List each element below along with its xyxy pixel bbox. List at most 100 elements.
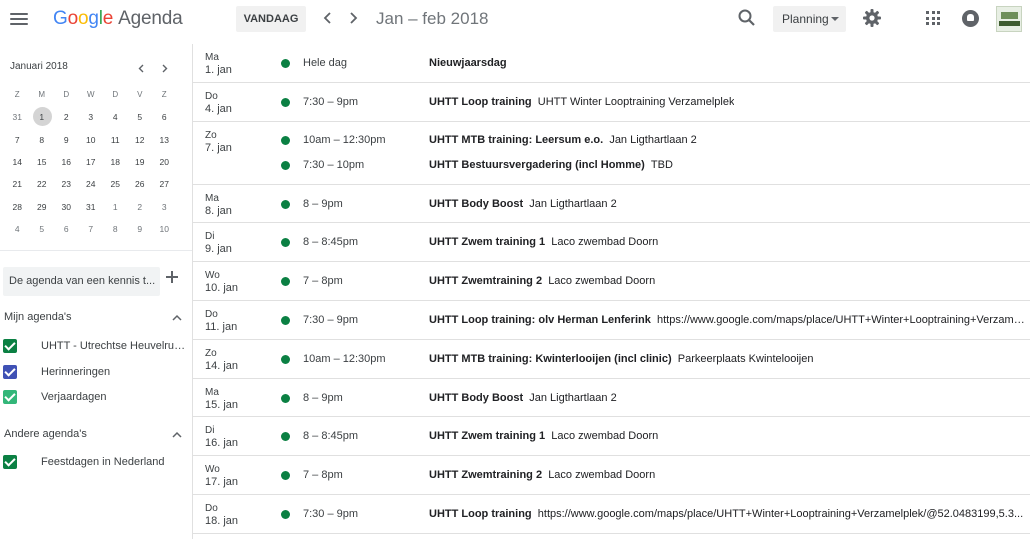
event-time: 7:30 – 10pm xyxy=(303,158,365,171)
mini-calendar-day[interactable]: 11 xyxy=(103,130,128,150)
calendar-list-item[interactable]: Verjaardagen xyxy=(3,388,188,406)
add-calendar-plus-icon[interactable] xyxy=(165,270,179,284)
mini-calendar-day[interactable]: 5 xyxy=(30,219,55,239)
mini-calendar-day[interactable]: 4 xyxy=(5,219,30,239)
account-avatar[interactable] xyxy=(996,6,1022,32)
my-calendars-header[interactable]: Mijn agenda's xyxy=(4,311,182,329)
mini-calendar-day[interactable]: 24 xyxy=(79,174,104,194)
mini-calendar-day[interactable]: 2 xyxy=(128,197,153,217)
mini-calendar-day[interactable]: 16 xyxy=(54,152,79,172)
event-item[interactable]: 7 – 8pm UHTT Zwemtraining 2 Laco zwembad … xyxy=(193,466,1030,486)
mini-calendar-day[interactable]: 22 xyxy=(30,174,55,194)
notifications-icon[interactable] xyxy=(962,10,979,27)
mini-calendar-day[interactable]: 17 xyxy=(79,152,104,172)
event-item[interactable]: 8 – 9pm UHTT Body Boost Jan Ligthartlaan … xyxy=(193,195,1030,215)
mini-calendar-next-icon[interactable] xyxy=(158,61,172,75)
mini-calendar-day[interactable]: 31 xyxy=(5,107,30,127)
chevron-up-icon xyxy=(172,314,182,321)
event-summary: UHTT Loop training: olv Herman Lenferink… xyxy=(429,314,1029,326)
mini-calendar-day[interactable]: 8 xyxy=(103,219,128,239)
app-name: Agenda xyxy=(118,8,183,29)
mini-calendar-prev-icon[interactable] xyxy=(134,61,148,75)
mini-calendar-day[interactable]: 31 xyxy=(79,197,104,217)
mini-calendar-day[interactable]: 1 xyxy=(103,197,128,217)
calendar-list-item[interactable]: Herinneringen xyxy=(3,363,188,381)
calendar-list-item[interactable]: Feestdagen in Nederland xyxy=(3,453,188,471)
sidebar: Januari 2018 Z M D W D V Z 31 1 2 3 4 5 6 7 8 9 10 11 12 13 1… xyxy=(0,44,192,539)
mini-calendar-day[interactable]: 23 xyxy=(54,174,79,194)
mini-calendar-day[interactable]: 9 xyxy=(54,130,79,150)
mini-calendar-day[interactable]: 9 xyxy=(128,219,153,239)
app-logo[interactable]: Google Agenda xyxy=(53,8,183,30)
event-color-dot xyxy=(281,354,290,364)
mini-calendar-day[interactable]: 27 xyxy=(152,174,177,194)
event-summary: UHTT Zwemtraining 2 Laco zwembad Doorn xyxy=(429,469,655,481)
view-selector[interactable]: Planning xyxy=(773,6,846,32)
calendar-checkbox[interactable] xyxy=(3,455,17,469)
settings-gear-icon[interactable] xyxy=(862,8,882,28)
event-item[interactable]: Hele dag Nieuwjaarsdag xyxy=(193,54,1030,74)
mini-calendar-day[interactable]: 3 xyxy=(152,197,177,217)
mini-calendar-day[interactable]: 8 xyxy=(30,130,55,150)
mini-calendar-day[interactable]: 7 xyxy=(79,219,104,239)
mini-calendar-day[interactable]: 4 xyxy=(103,107,128,127)
mini-calendar-day[interactable]: 2 xyxy=(54,107,79,127)
calendar-label: Herinneringen xyxy=(41,365,111,378)
calendar-checkbox[interactable] xyxy=(3,339,17,353)
mini-calendar-day[interactable]: 5 xyxy=(128,107,153,127)
event-color-dot xyxy=(281,432,290,442)
mini-calendar-day[interactable]: 21 xyxy=(5,174,30,194)
apps-grid-icon[interactable] xyxy=(926,11,940,25)
event-location: Laco zwembad Doorn xyxy=(548,275,656,288)
calendar-list-item[interactable]: UHTT - Utrechtse Heuvelrug... xyxy=(3,337,188,355)
event-item[interactable]: 10am – 12:30pm UHTT MTB training: Leersum… xyxy=(193,131,1030,151)
event-item[interactable]: 7:30 – 9pm UHTT Loop training UHTT Winter… xyxy=(193,93,1030,113)
event-item[interactable]: 7:30 – 9pm UHTT Loop training https://www… xyxy=(193,505,1030,525)
mini-calendar-day[interactable]: 10 xyxy=(79,130,104,150)
mini-calendar-day[interactable]: 30 xyxy=(54,197,79,217)
mini-calendar-day[interactable]: 18 xyxy=(103,152,128,172)
mini-calendar-day[interactable]: 28 xyxy=(5,197,30,217)
event-item[interactable]: 7 – 8pm UHTT Zwemtraining 2 Laco zwembad … xyxy=(193,272,1030,292)
event-item[interactable]: 7:30 – 10pm UHTT Bestuursvergadering (inc… xyxy=(193,156,1030,176)
event-item[interactable]: 8 – 8:45pm UHTT Zwem training 1 Laco zwem… xyxy=(193,427,1030,447)
day-row: Di 16. jan 8 – 8:45pm UHTT Zwem training 1 … xyxy=(193,417,1030,457)
mini-calendar-day[interactable]: 14 xyxy=(5,152,30,172)
event-summary: UHTT Body Boost Jan Ligthartlaan 2 xyxy=(429,198,617,210)
previous-period-icon[interactable] xyxy=(318,8,338,28)
event-time: 8 – 9pm xyxy=(303,197,343,210)
today-button[interactable]: VANDAAG xyxy=(236,6,306,32)
mini-calendar-day[interactable]: 6 xyxy=(152,107,177,127)
mini-calendar-day[interactable]: 13 xyxy=(152,130,177,150)
mini-calendar-day[interactable]: 20 xyxy=(152,152,177,172)
logo-letter: G xyxy=(53,8,68,29)
mini-calendar-day[interactable]: 15 xyxy=(30,152,55,172)
day-row: Zo 7. jan 10am – 12:30pm UHTT MTB training:… xyxy=(193,122,1030,185)
event-summary: UHTT Zwemtraining 2 Laco zwembad Doorn xyxy=(429,275,655,287)
mini-calendar-day[interactable]: 12 xyxy=(128,130,153,150)
mini-calendar-week: 7 8 9 10 11 12 13 xyxy=(5,129,177,151)
lookup-colleague-input[interactable]: De agenda van een kennis t... xyxy=(3,267,160,296)
mini-calendar-day[interactable]: 1 xyxy=(30,107,55,127)
mini-calendar-day[interactable]: 6 xyxy=(54,219,79,239)
next-period-icon[interactable] xyxy=(343,8,363,28)
main-menu-icon[interactable] xyxy=(8,8,30,30)
event-item[interactable]: 7:30 – 9pm UHTT Loop training: olv Herman… xyxy=(193,311,1030,331)
search-icon[interactable] xyxy=(737,8,757,28)
event-item[interactable]: 10am – 12:30pm UHTT MTB training: Kwinter… xyxy=(193,350,1030,370)
mini-calendar-day[interactable]: 3 xyxy=(79,107,104,127)
mini-calendar-day[interactable]: 10 xyxy=(152,219,177,239)
mini-calendar-day[interactable]: 26 xyxy=(128,174,153,194)
event-location: Jan Ligthartlaan 2 xyxy=(529,197,617,210)
calendar-checkbox[interactable] xyxy=(3,390,17,404)
calendar-checkbox[interactable] xyxy=(3,364,17,379)
other-calendars-header[interactable]: Andere agenda's xyxy=(4,428,182,446)
mini-calendar-day[interactable]: 29 xyxy=(30,197,55,217)
mini-calendar-day[interactable]: 7 xyxy=(5,130,30,150)
mini-calendar-day[interactable]: 19 xyxy=(128,152,153,172)
event-location: UHTT Winter Looptraining Verzamelplek xyxy=(537,95,735,108)
event-item[interactable]: 8 – 8:45pm UHTT Zwem training 1 Laco zwem… xyxy=(193,233,1030,253)
mini-calendar-day[interactable]: 25 xyxy=(103,174,128,194)
event-color-dot xyxy=(281,316,290,325)
event-item[interactable]: 8 – 9pm UHTT Body Boost Jan Ligthartlaan … xyxy=(193,389,1030,409)
